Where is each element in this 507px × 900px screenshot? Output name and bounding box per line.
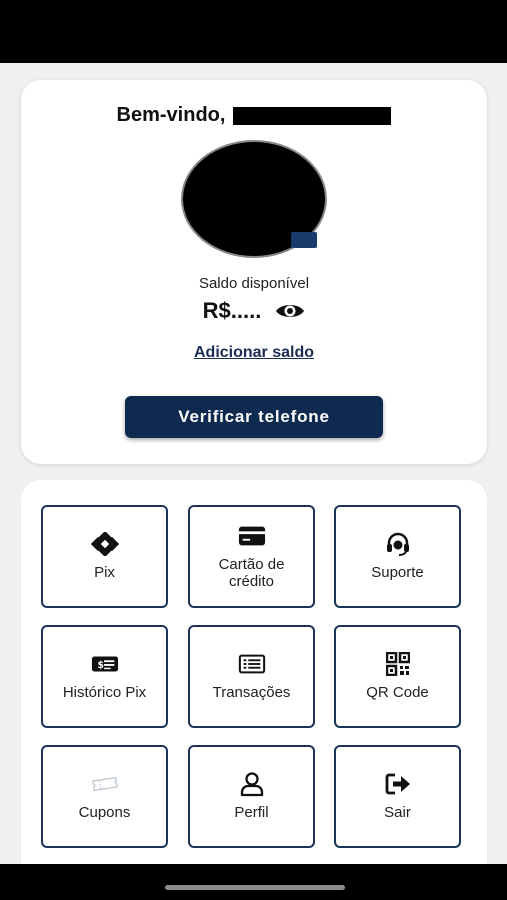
- verify-phone-button[interactable]: Verificar telefone: [125, 396, 383, 438]
- list-icon: [238, 652, 266, 676]
- pix-icon: [90, 532, 119, 556]
- menu-card: Pix Cartão de crédito Suporte $ Históric…: [21, 480, 487, 880]
- home-indicator[interactable]: [165, 885, 345, 890]
- add-balance: Adicionar saldo: [21, 344, 487, 362]
- menu-item-logout[interactable]: Sair: [334, 745, 461, 848]
- menu-item-label: Transações: [212, 684, 291, 701]
- menu-item-label: Sair: [384, 804, 411, 821]
- user-icon: [238, 772, 266, 797]
- add-balance-link[interactable]: Adicionar saldo: [194, 344, 314, 361]
- menu-item-label: Perfil: [234, 804, 269, 821]
- menu-item-coupons[interactable]: Cupons: [41, 745, 168, 848]
- welcome-header: Bem-vindo,: [21, 104, 487, 127]
- qr-code-icon: [384, 652, 412, 676]
- money-bill-icon: $: [91, 652, 119, 676]
- logout-icon: [384, 772, 412, 796]
- menu-item-label: Histórico Pix: [62, 684, 147, 701]
- balance-value: R$.....: [202, 298, 262, 323]
- navigation-bar: [0, 864, 507, 900]
- redacted-username: [233, 106, 392, 125]
- ticket-icon: [91, 772, 119, 796]
- welcome-text: Bem-vindo,: [116, 104, 226, 126]
- menu-item-profile[interactable]: Perfil: [188, 745, 315, 848]
- menu-item-label: Cartão de crédito: [218, 555, 285, 590]
- headset-icon: [384, 532, 412, 556]
- balance-row: R$.....: [21, 298, 487, 324]
- menu-item-pix-history[interactable]: $ Histórico Pix: [41, 625, 168, 728]
- menu-item-label: Cupons: [78, 804, 131, 821]
- avatar[interactable]: [181, 140, 327, 258]
- menu-item-credit-card[interactable]: Cartão de crédito: [188, 505, 315, 608]
- menu-item-transactions[interactable]: Transações: [188, 625, 315, 728]
- credit-card-icon: [238, 524, 266, 548]
- svg-text:$: $: [97, 660, 104, 671]
- avatar-edit-badge[interactable]: [291, 232, 317, 248]
- menu-item-pix[interactable]: Pix: [41, 505, 168, 608]
- menu-item-label: Pix: [94, 564, 115, 581]
- menu-item-support[interactable]: Suporte: [334, 505, 461, 608]
- eye-icon[interactable]: [275, 301, 305, 321]
- menu-item-label: Suporte: [371, 564, 424, 581]
- balance-label: Saldo disponível: [198, 275, 310, 292]
- menu-item-qr-code[interactable]: QR Code: [334, 625, 461, 728]
- account-card: Bem-vindo, Saldo disponível R$..... Adic…: [21, 80, 487, 464]
- menu-item-label: QR Code: [366, 684, 429, 701]
- status-bar: [0, 0, 507, 63]
